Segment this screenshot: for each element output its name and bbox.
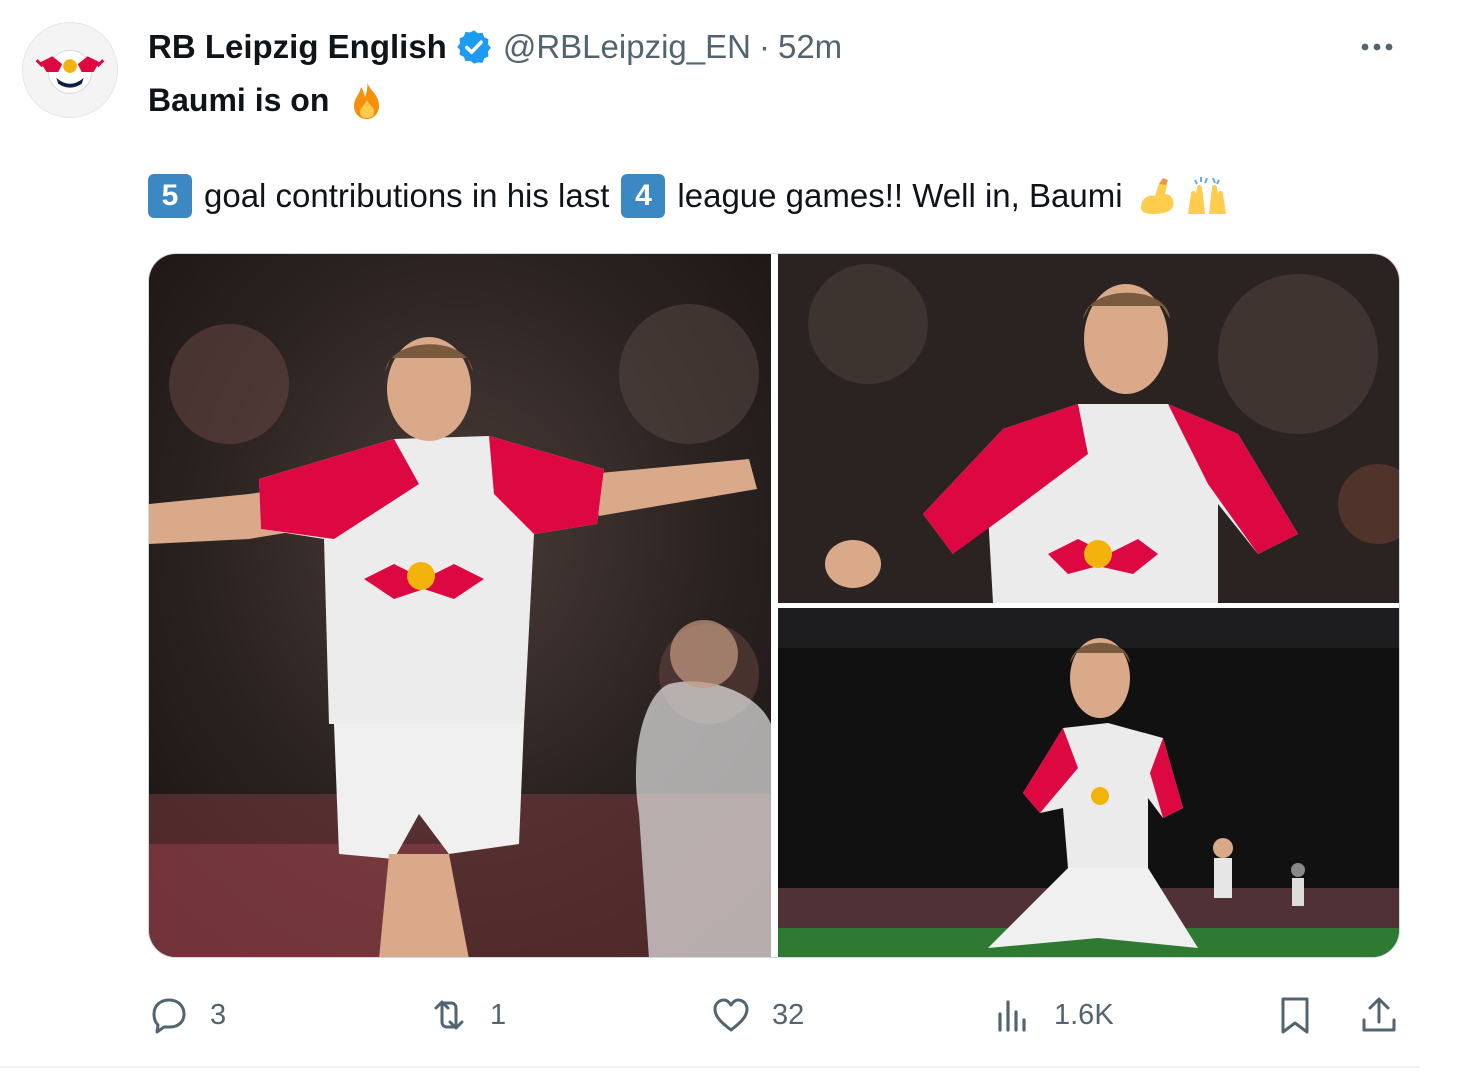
like-count: 32 xyxy=(772,998,805,1031)
photo-1-image xyxy=(149,254,771,957)
tweet-headline: Baumi is on xyxy=(148,81,330,118)
more-options-button[interactable] xyxy=(1356,26,1398,68)
repost-icon xyxy=(434,1000,464,1030)
tweet-card[interactable]: RB Leipzig English @RBLeipzig_EN · 52m B… xyxy=(0,0,1460,1079)
keycap-number-5: 5 xyxy=(148,174,192,218)
tweet-divider xyxy=(0,1066,1420,1068)
bookmark-button[interactable] xyxy=(1274,990,1336,1040)
reply-count: 3 xyxy=(210,998,227,1031)
verified-badge-icon[interactable] xyxy=(455,28,493,66)
fire-emoji-icon xyxy=(354,82,380,119)
views-button[interactable]: 1.6K xyxy=(992,990,1114,1040)
bookmark-icon xyxy=(1281,997,1309,1034)
flexed-biceps-emoji-icon xyxy=(1140,178,1174,214)
avatar[interactable] xyxy=(22,22,118,118)
author-name[interactable]: RB Leipzig English xyxy=(148,28,447,66)
views-chart-icon xyxy=(998,1000,1026,1032)
rb-leipzig-logo xyxy=(23,23,117,117)
media-grid xyxy=(148,253,1400,958)
author-handle[interactable]: @RBLeipzig_EN xyxy=(503,28,751,66)
photo-2-image xyxy=(778,254,1399,603)
share-icon xyxy=(1362,997,1396,1032)
share-button[interactable] xyxy=(1358,990,1420,1040)
views-count: 1.6K xyxy=(1054,998,1114,1031)
reply-icon xyxy=(152,998,186,1034)
keycap-number-4: 4 xyxy=(621,174,666,218)
separator-dot: · xyxy=(758,28,770,65)
tweet-actions: 3 1 32 1.6K xyxy=(0,990,1460,1040)
photo-player-celebrating[interactable] xyxy=(149,254,771,957)
like-button[interactable]: 32 xyxy=(710,990,804,1040)
tweet-text-part-1: goal contributions in his last xyxy=(204,177,610,214)
tweet-text-line-2: 5 goal contributions in his last 4 leagu… xyxy=(148,174,1229,218)
raising-hands-emoji-icon xyxy=(1187,177,1226,214)
more-icon xyxy=(1361,43,1393,51)
reply-button[interactable]: 3 xyxy=(148,990,226,1040)
photo-player-knee-slide[interactable] xyxy=(778,608,1399,957)
tweet-text-line-1: Baumi is on xyxy=(148,78,389,122)
repost-button[interactable]: 1 xyxy=(428,990,506,1040)
photo-3-image xyxy=(778,608,1399,957)
tweet-text-part-2: league games!! Well in, Baumi xyxy=(677,177,1123,214)
photo-player-fist-pump[interactable] xyxy=(778,254,1399,603)
repost-count: 1 xyxy=(490,998,507,1031)
timestamp[interactable]: 52m xyxy=(778,28,842,66)
heart-icon xyxy=(713,998,749,1032)
tweet-header: RB Leipzig English @RBLeipzig_EN · 52m xyxy=(148,24,842,70)
